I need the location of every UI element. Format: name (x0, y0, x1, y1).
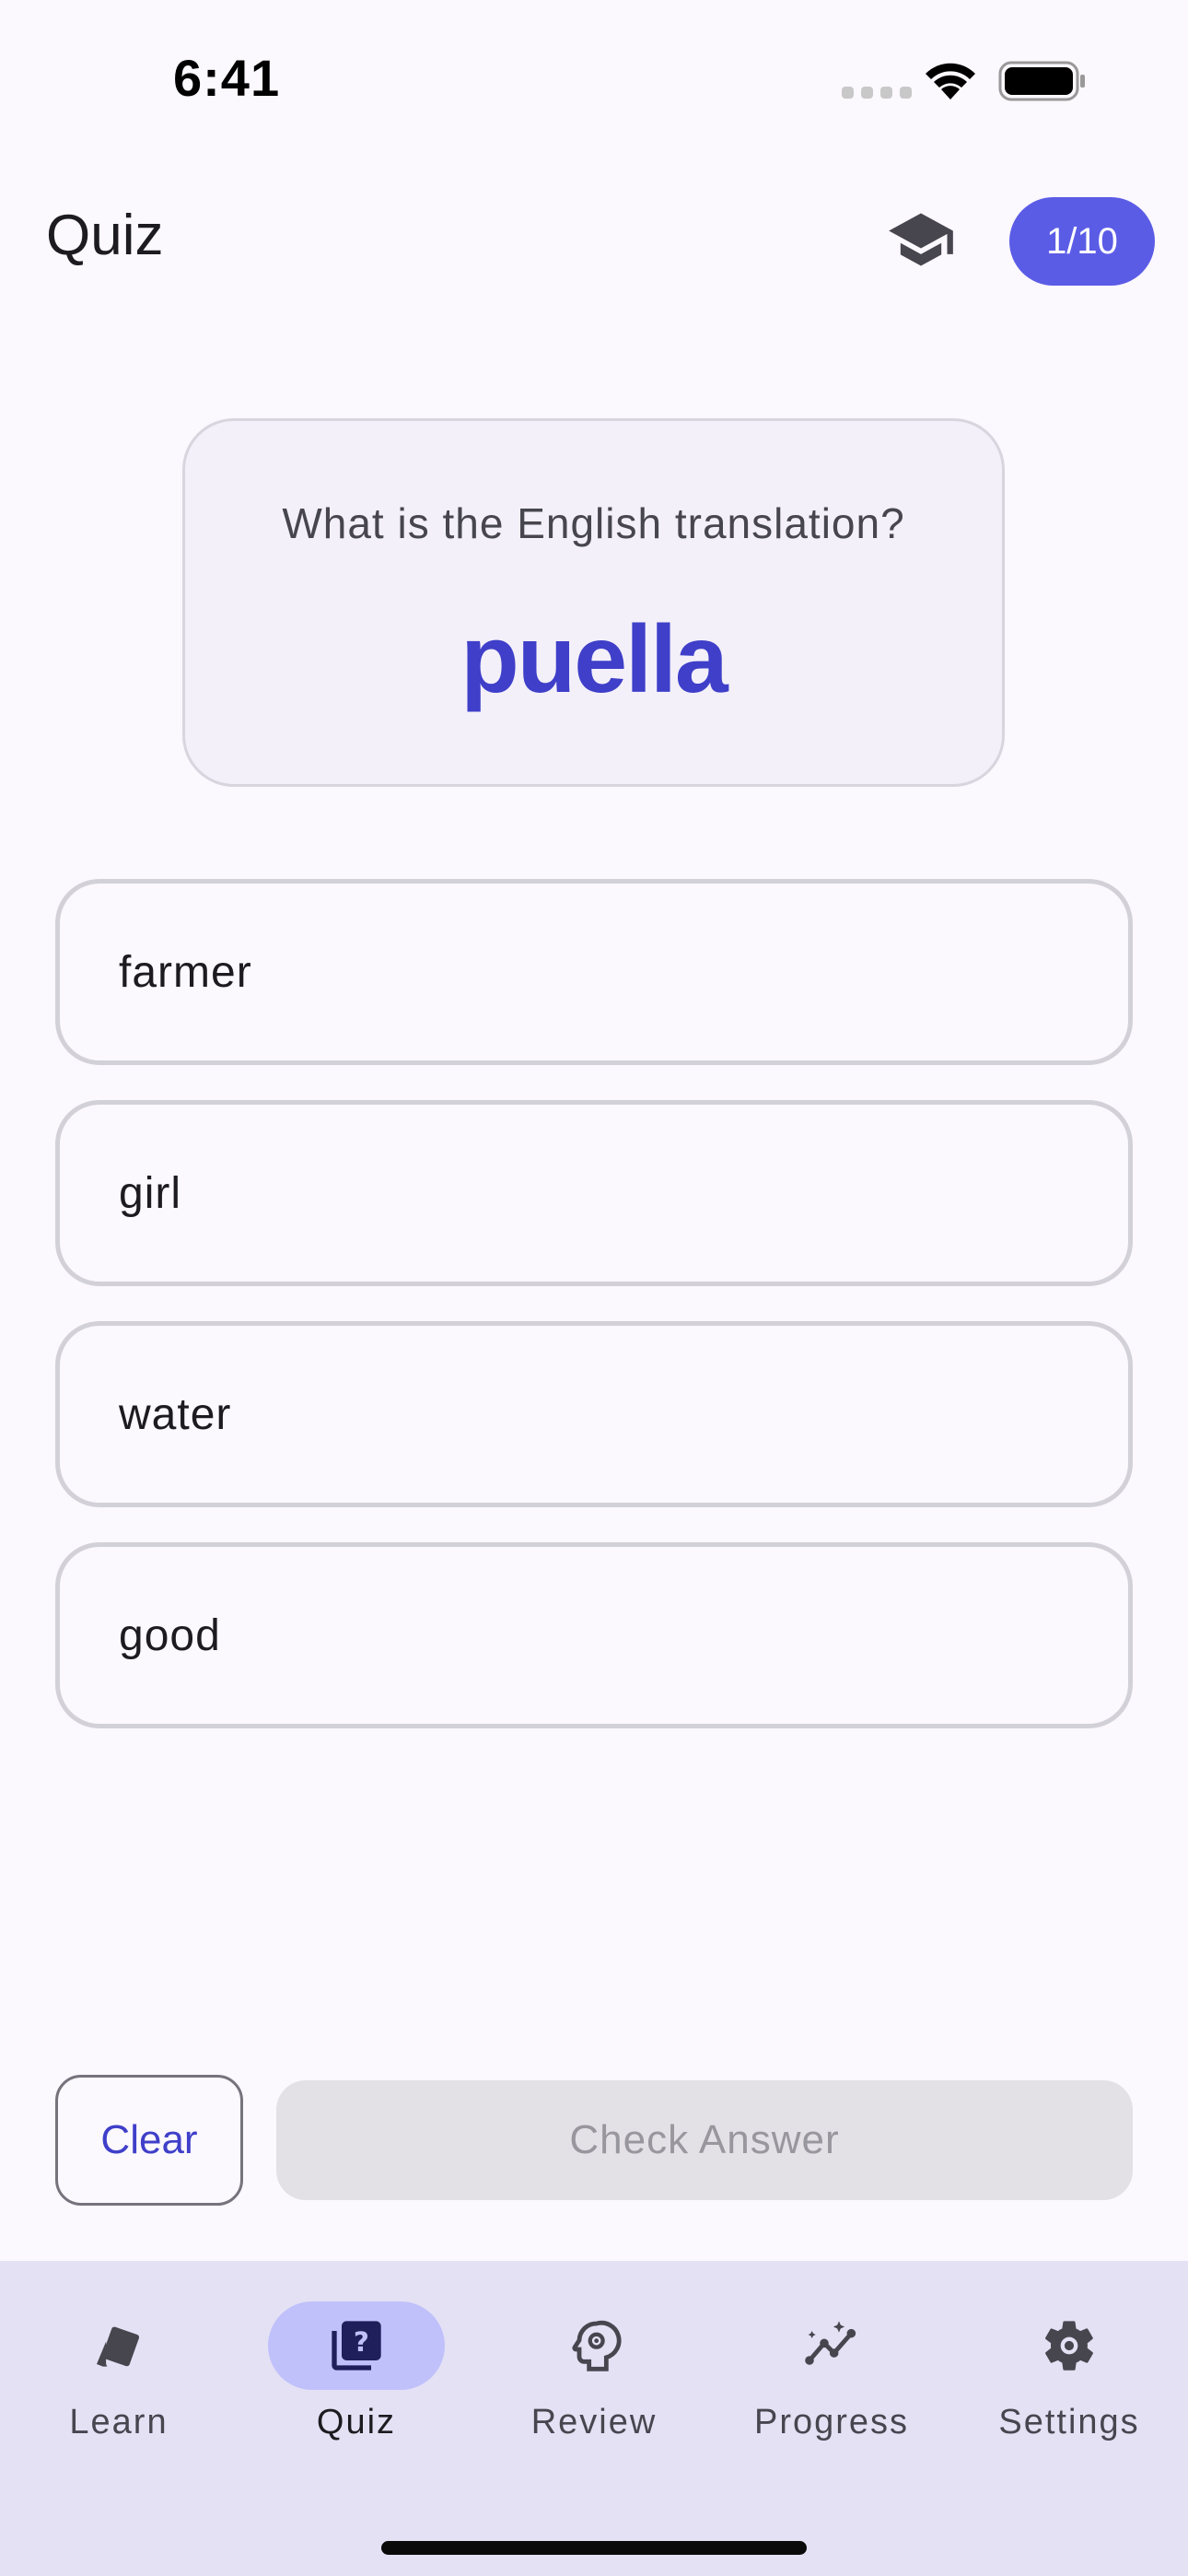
nav-icon-container (30, 2301, 207, 2390)
nav-item-settings[interactable]: Settings (959, 2301, 1180, 2458)
question-progress-badge: 1/10 (1009, 197, 1155, 286)
cellular-signal-icon (842, 87, 912, 99)
bottom-navigation: Learn ? Quiz Review Progress Settings (0, 2261, 1188, 2576)
quiz-screen: 6:41 Quiz 1/10 What is the English trans… (0, 0, 1188, 2576)
nav-label: Progress (753, 2403, 910, 2441)
nav-label: Learn (69, 2403, 169, 2441)
answer-option[interactable]: girl (55, 1100, 1133, 1286)
nav-icon-container (506, 2301, 682, 2390)
answer-option[interactable]: farmer (55, 879, 1133, 1065)
status-time: 6:41 (173, 49, 281, 107)
wifi-icon (926, 63, 975, 100)
nav-icon-container (743, 2301, 920, 2390)
nav-icon-container: ? (268, 2301, 445, 2390)
app-bar: Quiz 1/10 (0, 184, 1188, 304)
insights-icon (805, 2321, 856, 2365)
answer-option[interactable]: water (55, 1321, 1133, 1507)
clear-button[interactable]: Clear (55, 2075, 243, 2206)
nav-item-learn[interactable]: Learn (8, 2301, 229, 2458)
nav-label: Quiz (316, 2403, 397, 2441)
check-answer-button[interactable]: Check Answer (276, 2080, 1133, 2200)
school-icon[interactable] (886, 205, 956, 275)
nav-item-progress[interactable]: Progress (721, 2301, 942, 2458)
nav-label: Settings (998, 2403, 1140, 2441)
nav-item-quiz[interactable]: ? Quiz (246, 2301, 467, 2458)
svg-text:?: ? (354, 2326, 369, 2358)
question-card: What is the English translation? puella (182, 418, 1005, 787)
cards-icon (97, 2326, 140, 2367)
quiz-icon: ? (332, 2321, 381, 2371)
page-title: Quiz (46, 204, 164, 267)
question-word: puella (460, 606, 728, 713)
question-prompt: What is the English translation? (282, 499, 905, 547)
status-bar: 6:41 (0, 0, 1188, 157)
home-indicator[interactable] (381, 2541, 807, 2555)
psychology-icon (572, 2320, 622, 2371)
nav-icon-container (981, 2301, 1158, 2390)
battery-icon (998, 61, 1085, 101)
answer-option[interactable]: good (55, 1542, 1133, 1728)
settings-icon (1045, 2321, 1093, 2371)
nav-item-review[interactable]: Review (483, 2301, 705, 2458)
nav-label: Review (530, 2403, 658, 2441)
